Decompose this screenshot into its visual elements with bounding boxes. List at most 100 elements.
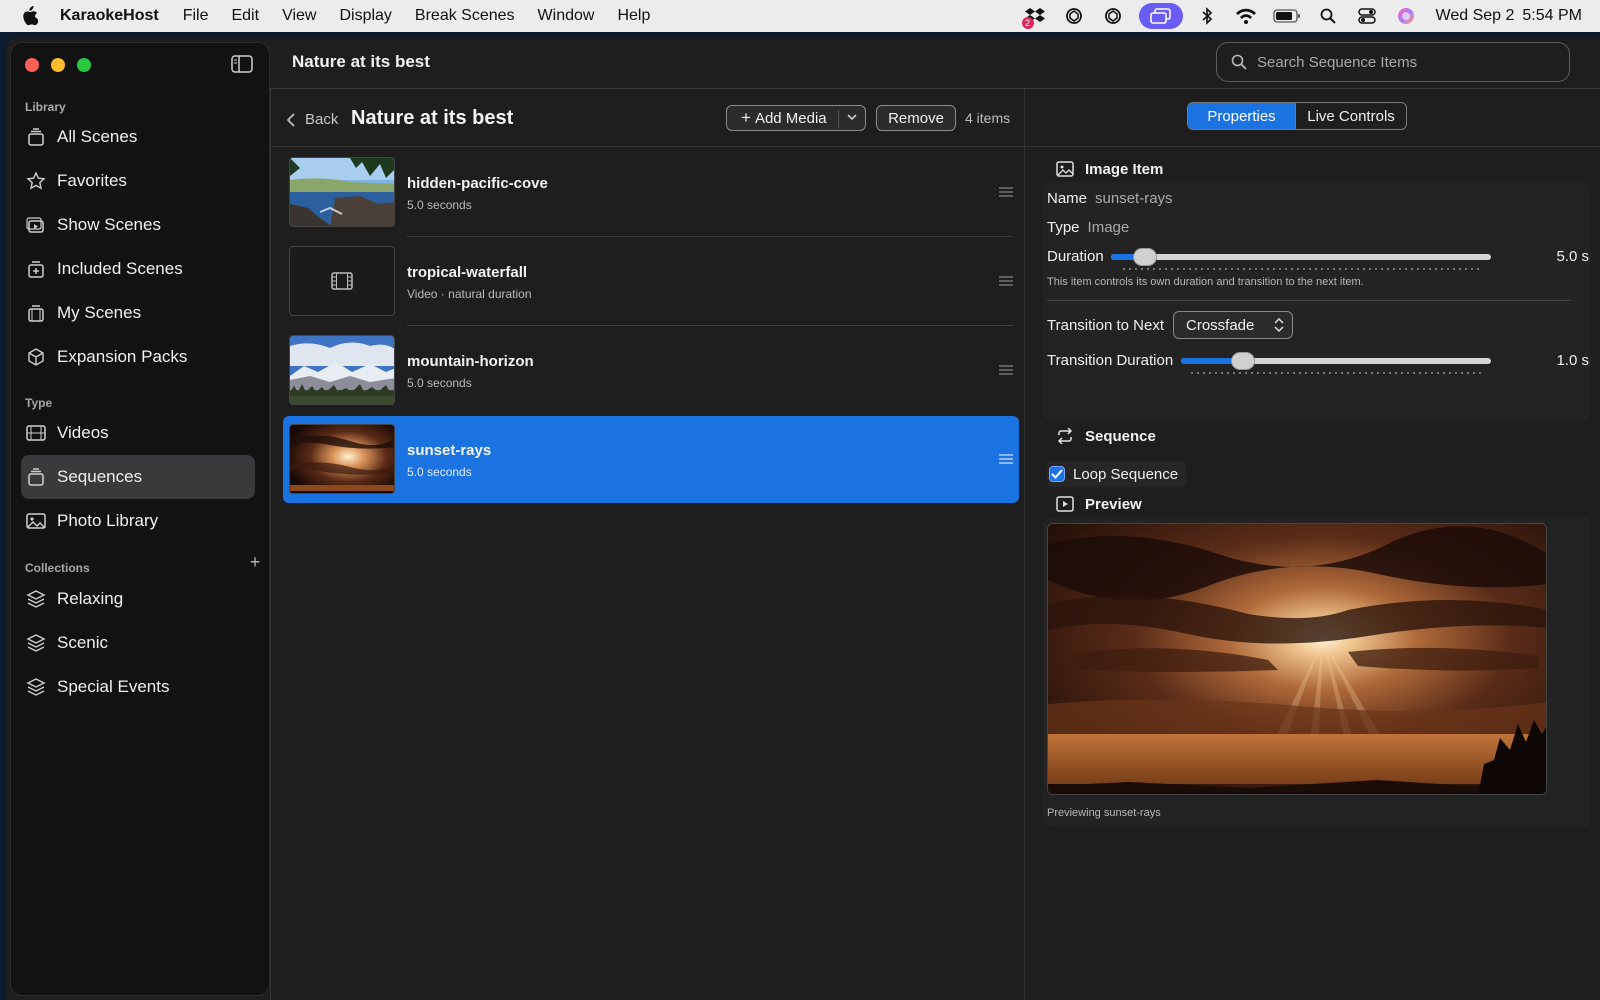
type-value: Image [1087, 219, 1130, 236]
layers-icon [25, 676, 47, 698]
break-scenes-menu[interactable]: Break Scenes [415, 7, 515, 25]
item-duration: Video · natural duration [407, 287, 532, 301]
duration-value: 5.0 s [1556, 248, 1589, 265]
app-window: Library All Scenes Favorites Show Scenes… [6, 38, 1600, 1000]
drag-handle-icon[interactable] [999, 276, 1013, 286]
duration-slider[interactable] [1111, 248, 1491, 266]
up-down-chevron-icon [1274, 318, 1284, 332]
minimize-window-button[interactable] [51, 58, 65, 72]
loop-sequence-toggle[interactable]: Loop Sequence [1047, 461, 1187, 487]
dropbox-icon[interactable]: 2 [1021, 6, 1048, 29]
tab-properties[interactable]: Properties [1188, 103, 1296, 129]
wifi-icon[interactable] [1233, 6, 1259, 26]
openai-icon[interactable] [1100, 6, 1126, 26]
file-menu[interactable]: File [183, 7, 209, 25]
transition-select[interactable]: Crossfade [1173, 311, 1293, 339]
sidebar-toggle-icon[interactable] [231, 55, 253, 73]
close-window-button[interactable] [25, 58, 39, 72]
inspector-panel: Properties Live Controls Image Item Name… [1024, 89, 1600, 1000]
apple-menu-icon[interactable] [20, 0, 42, 32]
sidebar-item-show-scenes[interactable]: Show Scenes [21, 203, 255, 247]
name-label: Name [1047, 190, 1088, 207]
siri-icon[interactable] [1393, 6, 1419, 26]
photo-icon [1055, 160, 1075, 178]
bluetooth-icon[interactable] [1194, 6, 1220, 26]
sidebar-item-label: Special Events [57, 677, 170, 696]
list-item-selected[interactable]: sunset-rays 5.0 seconds [283, 416, 1019, 503]
sidebar-item-special-events[interactable]: Special Events [21, 665, 255, 709]
sidebar-item-all-scenes[interactable]: All Scenes [21, 115, 255, 159]
layers-icon [25, 632, 47, 654]
row-divider [407, 236, 1013, 237]
remove-button[interactable]: Remove [876, 105, 956, 131]
app-menu[interactable]: KaraokeHost [60, 7, 159, 25]
film-stack-icon [25, 302, 47, 324]
sidebar-item-sequences[interactable]: Sequences [21, 455, 255, 499]
sidebar-item-label: Included Scenes [57, 259, 183, 278]
star-icon [25, 170, 47, 192]
image-item-heading-label: Image Item [1085, 160, 1164, 178]
tab-live-controls[interactable]: Live Controls [1295, 103, 1406, 129]
section-type: Type [25, 396, 53, 410]
search-icon [1231, 54, 1247, 70]
sidebar-item-expansion-packs[interactable]: Expansion Packs [21, 335, 255, 379]
spotlight-search-icon[interactable] [1315, 6, 1341, 26]
back-button[interactable]: Back [287, 111, 338, 128]
play-stack-icon [25, 214, 47, 236]
transition-label: Transition to Next [1047, 317, 1164, 334]
transition-duration-ticks [1191, 372, 1481, 374]
add-collection-icon[interactable]: + [247, 553, 263, 571]
drag-handle-icon[interactable] [999, 187, 1013, 197]
sidebar: Library All Scenes Favorites Show Scenes… [10, 42, 270, 996]
edit-menu[interactable]: Edit [231, 7, 259, 25]
sidebar-item-videos[interactable]: Videos [21, 411, 255, 455]
search-input[interactable] [1257, 53, 1547, 71]
drag-handle-icon[interactable] [999, 365, 1013, 375]
help-menu[interactable]: Help [617, 7, 650, 25]
transition-duration-slider-knob[interactable] [1231, 352, 1255, 370]
duration-slider-knob[interactable] [1133, 248, 1158, 266]
add-media-button[interactable]: + Add Media [726, 105, 866, 131]
window-title: Nature at its best [292, 52, 430, 71]
menu-bar: KaraokeHost File Edit View Display Break… [0, 0, 1600, 32]
list-item[interactable]: tropical-waterfall Video · natural durat… [283, 238, 1019, 326]
chevron-down-icon[interactable] [847, 113, 857, 121]
battery-icon[interactable] [1272, 6, 1302, 26]
sidebar-item-relaxing[interactable]: Relaxing [21, 577, 255, 621]
clock-time: 5:54 PM [1522, 7, 1582, 24]
list-item[interactable]: hidden-pacific-cove 5.0 seconds [283, 149, 1019, 237]
sidebar-item-photo-library[interactable]: Photo Library [21, 499, 255, 543]
item-name: sunset-rays [407, 442, 492, 459]
thumbnail-cove [289, 157, 395, 227]
sidebar-item-my-scenes[interactable]: My Scenes [21, 291, 255, 335]
preview-caption: Previewing sunset-rays [1047, 807, 1161, 819]
search-field[interactable] [1216, 42, 1570, 82]
menu-clock[interactable]: Wed Sep 2 5:54 PM [1436, 7, 1582, 25]
display-menu[interactable]: Display [339, 7, 391, 25]
transition-duration-slider[interactable] [1181, 352, 1491, 370]
list-item[interactable]: mountain-horizon 5.0 seconds [283, 327, 1019, 414]
screen-mirroring-icon[interactable] [1138, 3, 1183, 29]
back-label: Back [305, 111, 339, 128]
film-icon [25, 422, 47, 444]
duration-help-text: This item controls its own duration and … [1047, 276, 1364, 288]
view-menu[interactable]: View [282, 7, 316, 25]
loop-sequence-label: Loop Sequence [1073, 465, 1179, 483]
image-item-heading: Image Item [1055, 160, 1163, 178]
window-menu[interactable]: Window [538, 7, 595, 25]
chatgpt-icon[interactable] [1061, 6, 1087, 26]
section-collections: Collections [25, 561, 90, 575]
sidebar-item-included-scenes[interactable]: Included Scenes [21, 247, 255, 291]
add-media-label: Add Media [754, 109, 827, 127]
sidebar-item-favorites[interactable]: Favorites [21, 159, 255, 203]
dropbox-badge: 2 [1021, 17, 1034, 29]
zoom-window-button[interactable] [77, 58, 91, 72]
sidebar-item-label: All Scenes [57, 127, 138, 146]
thumbnail-mountain [289, 335, 395, 405]
loop-sequence-checkbox[interactable] [1049, 466, 1065, 482]
transition-duration-label: Transition Duration [1047, 352, 1174, 369]
sidebar-item-scenic[interactable]: Scenic [21, 621, 255, 665]
control-center-icon[interactable] [1354, 6, 1380, 26]
item-name: mountain-horizon [407, 353, 534, 370]
drag-handle-icon[interactable] [999, 454, 1013, 464]
